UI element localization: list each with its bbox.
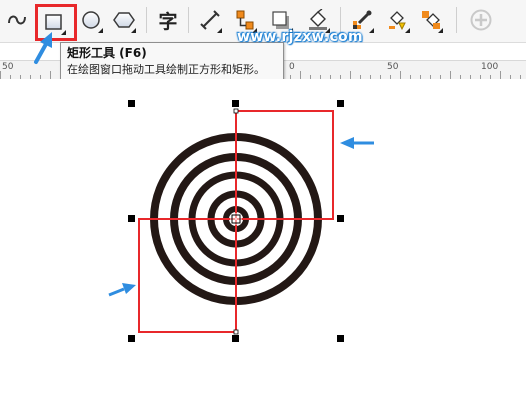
dimension-tool[interactable]: [197, 6, 223, 34]
watermark: www.rjzxw.com: [237, 29, 363, 45]
tool-tooltip: 矩形工具 (F6) 在绘图窗口拖动工具绘制正方形和矩形。: [60, 42, 284, 82]
ruler-label: 50: [387, 62, 399, 72]
ruler-tick: [300, 71, 301, 79]
smart-fill-tool[interactable]: [385, 6, 411, 34]
polygon-tool[interactable]: [111, 6, 137, 34]
selection-handle[interactable]: [232, 100, 239, 107]
plus-circle-icon: [470, 9, 492, 31]
flyout-indicator-icon: [217, 28, 222, 33]
selection-handle[interactable]: [337, 215, 344, 222]
toolbar-separator: [456, 7, 457, 33]
node-handle[interactable]: [233, 108, 239, 114]
selection-handle[interactable]: [337, 335, 344, 342]
tooltip-description: 在绘图窗口拖动工具绘制正方形和矩形。: [67, 63, 265, 76]
selection-handle[interactable]: [232, 335, 239, 342]
ruler-label: 50: [2, 62, 14, 72]
text-tool[interactable]: 字: [155, 6, 181, 34]
toolbar-separator: [188, 7, 189, 33]
drawing-surface: [108, 100, 374, 342]
flyout-indicator-icon: [438, 28, 443, 33]
freehand-tool[interactable]: [4, 6, 30, 34]
arrowhead-icon: [340, 137, 354, 149]
flyout-indicator-icon: [98, 28, 103, 33]
add-tool[interactable]: [468, 6, 494, 34]
ruler-tick: [0, 71, 1, 79]
arrow-left-rect-icon: [108, 287, 125, 297]
arrowhead-icon: [122, 283, 136, 294]
ruler-label: 0: [289, 62, 295, 72]
ruler-tick: [500, 71, 501, 79]
node-handle[interactable]: [233, 329, 239, 335]
tool-pointer-arrow-icon: [34, 32, 52, 64]
ruler-tick: [400, 71, 401, 79]
drawing-canvas[interactable]: [0, 79, 526, 402]
curve-icon: [8, 15, 26, 25]
toolbar-separator: [146, 7, 147, 33]
ruler-label: 100: [481, 62, 499, 72]
flyout-indicator-icon: [405, 28, 410, 33]
selection-handle[interactable]: [128, 215, 135, 222]
tooltip-title: 矩形工具 (F6): [67, 46, 147, 60]
flyout-indicator-icon: [131, 28, 136, 33]
selection-handle[interactable]: [337, 100, 344, 107]
center-marker-icon: [230, 213, 242, 225]
selection-handle[interactable]: [128, 100, 135, 107]
flyout-indicator-icon: [369, 28, 374, 33]
interactive-fill-tool[interactable]: [418, 6, 444, 34]
selection-handle[interactable]: [128, 335, 135, 342]
ruler-tick: [450, 71, 451, 79]
text-icon: 字: [158, 10, 178, 33]
ruler-tick: [50, 71, 51, 79]
ruler-tick: [350, 71, 351, 79]
